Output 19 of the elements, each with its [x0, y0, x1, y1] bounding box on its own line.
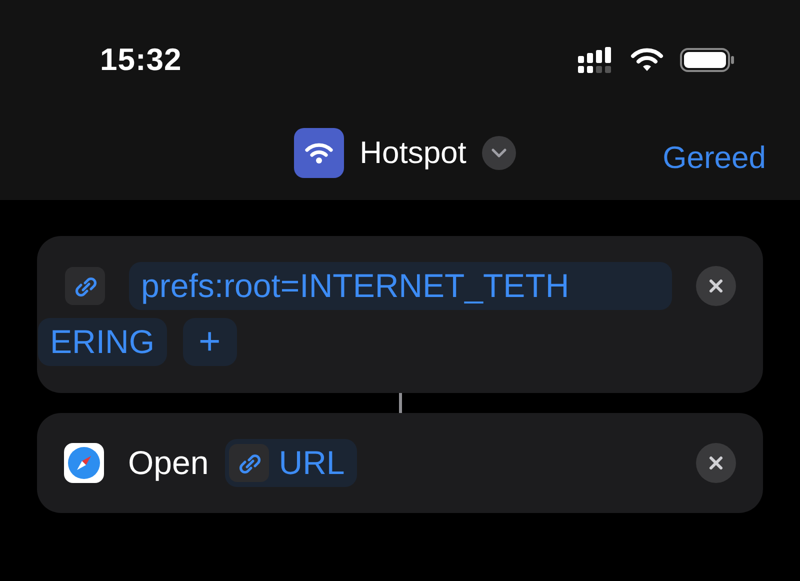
chevron-button[interactable] — [482, 136, 516, 170]
close-button[interactable] — [696, 442, 736, 483]
text-parameter[interactable]: ERING — [38, 318, 167, 366]
shortcut-app-icon — [294, 128, 344, 178]
status-time: 15:32 — [100, 40, 182, 79]
battery-icon — [680, 47, 736, 73]
signal-icon — [578, 47, 614, 73]
link-icon — [65, 267, 105, 305]
chevron-icon — [491, 148, 508, 158]
url-variable-token[interactable]: URL — [224, 438, 357, 487]
close-button[interactable] — [696, 266, 736, 306]
wifi-icon — [630, 47, 664, 73]
done-button[interactable]: Gereed — [662, 135, 766, 182]
shortcut-title: Hotspot — [360, 134, 466, 172]
add-button[interactable]: + — [182, 318, 237, 366]
action-verb: Open — [128, 443, 209, 483]
compass-app-icon — [64, 442, 104, 483]
text-parameter[interactable]: prefs:root=INTERNET_TETH — [129, 262, 672, 310]
token-label: URL — [278, 442, 345, 483]
